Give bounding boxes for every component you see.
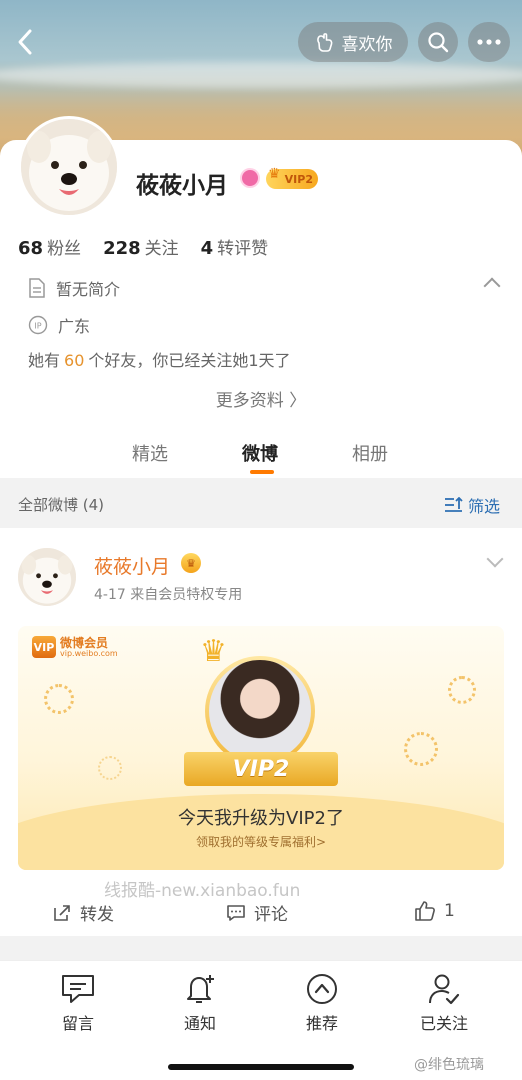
- recommend-button[interactable]: 推荐: [282, 972, 362, 1034]
- weibo-vip-logo: VIP 微博会员 vip.weibo.com: [32, 635, 118, 658]
- vip-headline: 今天我升级为VIP2了: [178, 808, 344, 829]
- decor-dot: [98, 756, 122, 780]
- message-button[interactable]: 留言: [38, 972, 118, 1034]
- back-button[interactable]: [10, 22, 40, 62]
- tab-album[interactable]: 相册: [352, 440, 388, 466]
- filter-icon: [445, 497, 463, 512]
- vip-badge-label: VIP2: [284, 172, 313, 186]
- recommend-icon: [307, 974, 337, 1004]
- like-you-label: 喜欢你: [341, 34, 393, 55]
- following-label: 已关注: [419, 1014, 468, 1033]
- corner-watermark: @绯色琉璃: [414, 1057, 484, 1073]
- post-author[interactable]: 莜莜小月: [94, 552, 170, 579]
- tab-featured[interactable]: 精选: [132, 440, 168, 466]
- ip-location: 广东: [58, 317, 91, 336]
- user-check-icon: [429, 974, 460, 1005]
- more-info-link[interactable]: 更多资料 〉: [0, 386, 522, 411]
- crown-icon: ♛: [268, 166, 281, 182]
- repost-label: 转发: [80, 905, 114, 925]
- vip-benefits-link[interactable]: 领取我的等级专属福利>: [0, 833, 522, 850]
- filter-button[interactable]: 筛选: [444, 493, 500, 517]
- stat-reposts-comments-likes[interactable]: 4 转评赞: [201, 234, 269, 259]
- dog-avatar-image: [21, 119, 117, 215]
- profile-stats: 68 粉丝 228 关注 4 转评赞: [18, 234, 268, 259]
- notify-button[interactable]: 通知: [160, 972, 240, 1034]
- crown-icon: ♛: [200, 634, 227, 669]
- like-button[interactable]: 1: [414, 900, 455, 922]
- friends-line: 她有 60 个好友，你已经关注她1天了: [28, 351, 291, 370]
- recommend-label: 推荐: [305, 1014, 338, 1033]
- message-icon: [62, 975, 94, 1003]
- following-button[interactable]: 已关注: [404, 972, 484, 1034]
- friends-count[interactable]: 60: [64, 351, 84, 370]
- vip-level-ribbon: VIP2: [184, 752, 338, 786]
- stat-following[interactable]: 228 关注: [103, 234, 179, 259]
- repost-icon: [54, 904, 70, 921]
- active-tab-indicator: [250, 470, 274, 474]
- search-button[interactable]: [418, 22, 458, 62]
- comment-label: 评论: [254, 905, 288, 925]
- vip-brand-url: vip.weibo.com: [60, 648, 118, 658]
- dog-avatar-image: [18, 548, 76, 606]
- home-indicator[interactable]: [168, 1064, 354, 1070]
- decor-dot: [404, 732, 438, 766]
- profile-name: 莜莜小月: [136, 173, 228, 199]
- vip-badge[interactable]: ♛ VIP2: [266, 166, 318, 189]
- comment-icon: [227, 904, 245, 921]
- decor-dot: [448, 676, 476, 704]
- filter-label: 筛选: [468, 497, 501, 516]
- avatar[interactable]: [18, 116, 120, 218]
- ip-row: IP 广东: [28, 313, 90, 337]
- bio-text: 暂无简介: [56, 280, 121, 299]
- more-button[interactable]: [468, 22, 510, 62]
- post-avatar[interactable]: [18, 548, 76, 606]
- stat-fans[interactable]: 68 粉丝: [18, 234, 81, 259]
- section-divider: [0, 936, 522, 960]
- svg-text:IP: IP: [34, 322, 41, 331]
- ip-icon: IP: [28, 315, 48, 335]
- decor-dot: [44, 684, 74, 714]
- vip-user-photo: [205, 656, 315, 766]
- watermark: 线报酷-new.xianbao.fun: [104, 881, 301, 901]
- repost-button[interactable]: 转发: [52, 900, 114, 925]
- post-meta: 4-17 来自会员特权专用: [94, 587, 243, 603]
- heart-hand-icon: [316, 33, 332, 52]
- bio-row: 暂无简介: [28, 276, 120, 300]
- vip-brand-name: 微博会员: [60, 635, 109, 650]
- more-icon: [477, 39, 501, 45]
- search-icon: [428, 32, 449, 53]
- like-count: 1: [444, 901, 455, 921]
- back-icon: [18, 29, 32, 55]
- document-icon: [29, 278, 45, 298]
- tab-weibo[interactable]: 微博: [242, 440, 278, 466]
- comment-button[interactable]: 评论: [226, 900, 288, 925]
- message-label: 留言: [61, 1014, 94, 1033]
- thumbs-up-icon: [415, 901, 435, 921]
- bell-plus-icon: [187, 975, 214, 1003]
- verified-badge-icon[interactable]: [240, 168, 260, 188]
- vip-crown-icon[interactable]: ♛: [181, 553, 201, 573]
- feed-title: 全部微博 (4): [18, 496, 105, 514]
- like-you-button[interactable]: 喜欢你: [298, 22, 408, 62]
- notify-label: 通知: [183, 1014, 216, 1033]
